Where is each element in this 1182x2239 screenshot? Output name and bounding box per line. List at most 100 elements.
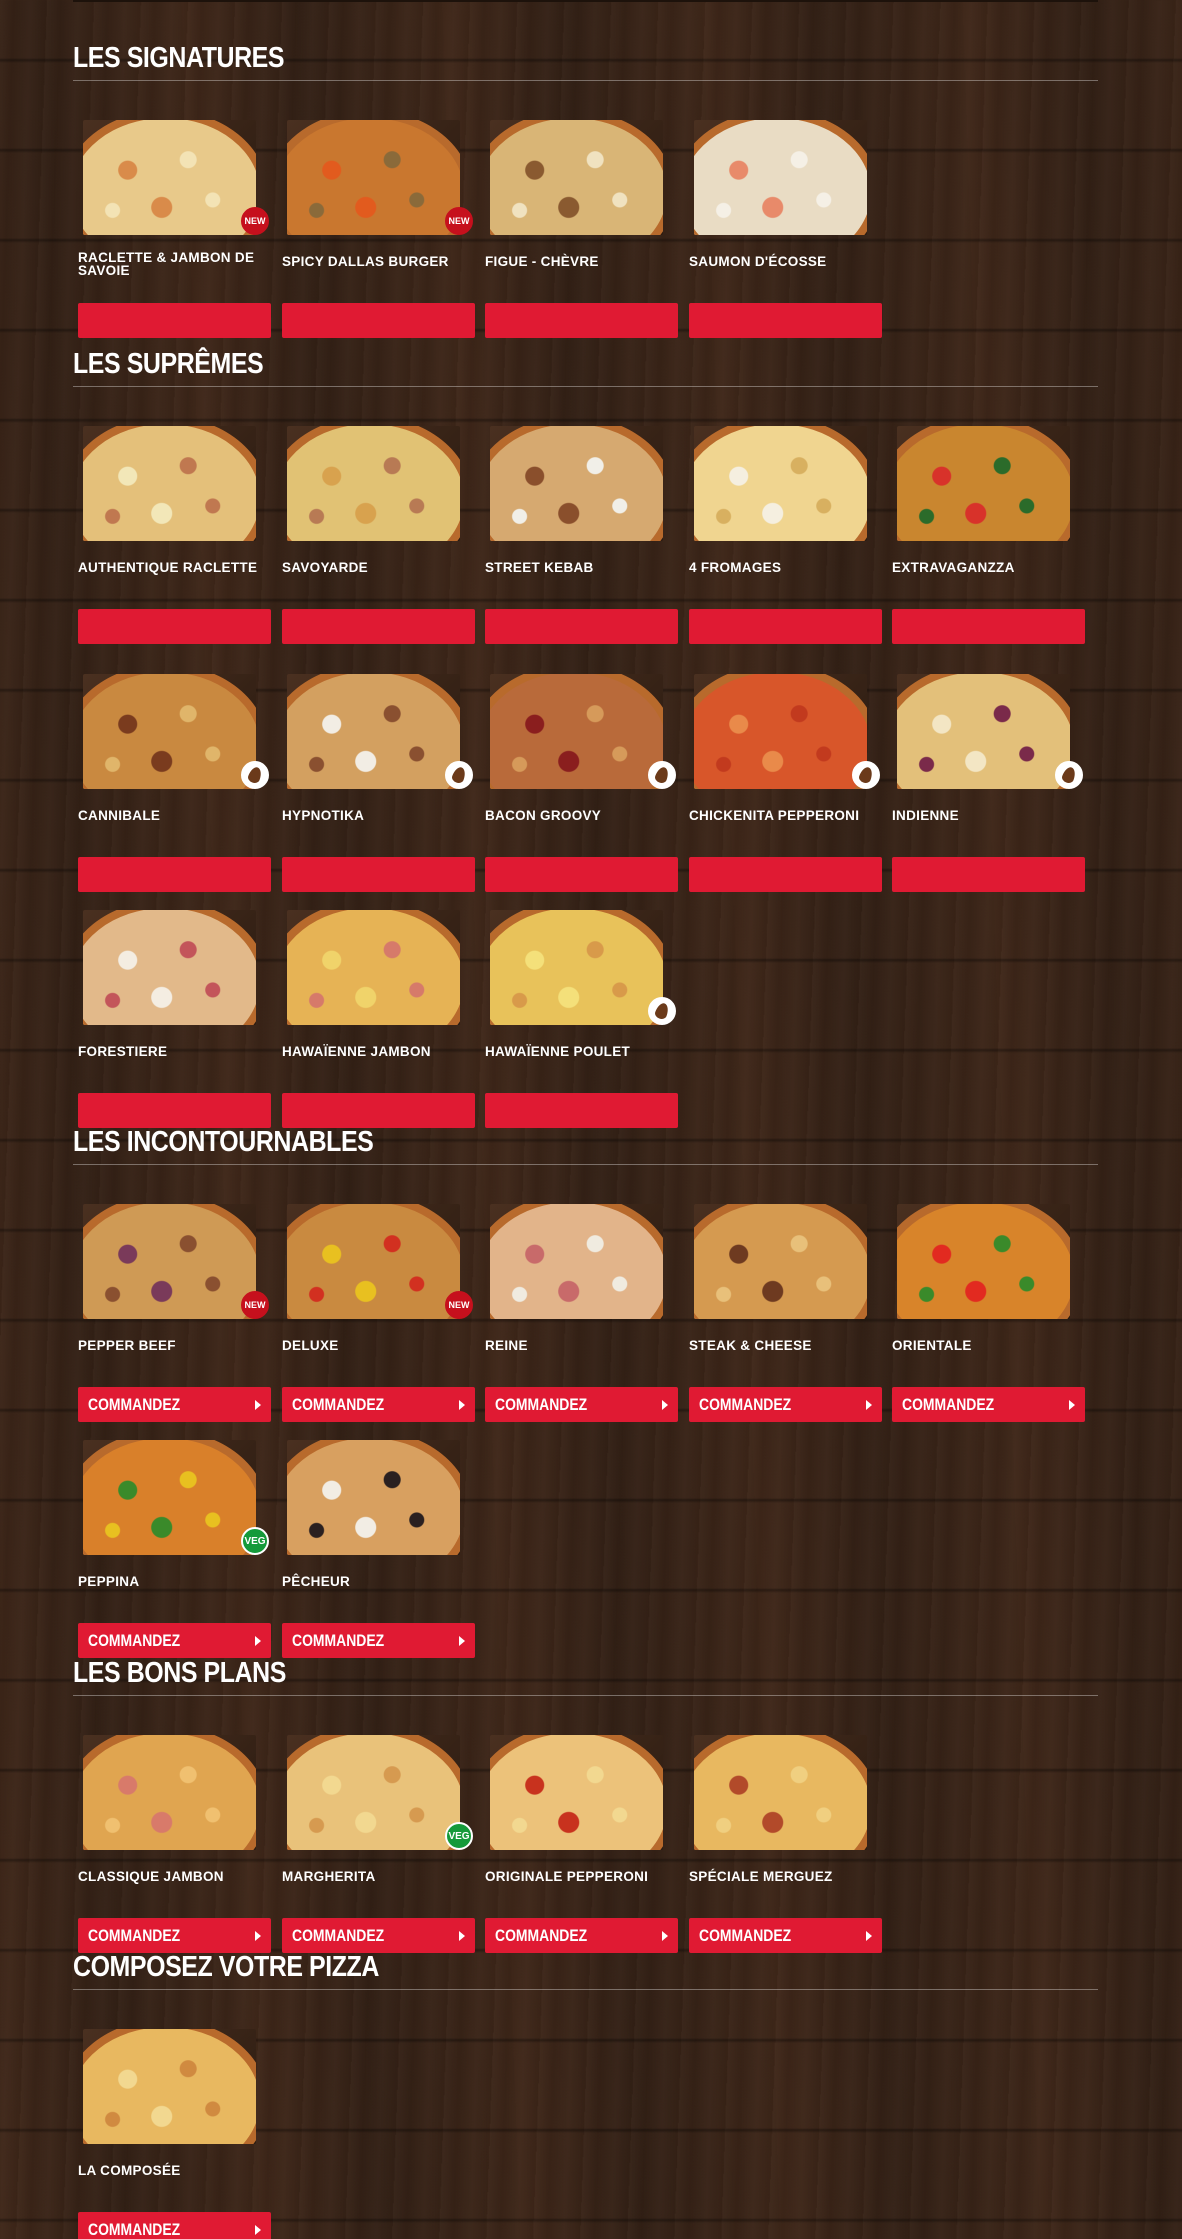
- chevron-right-icon: [255, 1930, 261, 1941]
- pizza-card: VEG PEPPINA COMMANDEZ: [73, 1440, 271, 1660]
- order-button[interactable]: [78, 1093, 271, 1128]
- pizza-image[interactable]: [287, 1440, 460, 1555]
- pizza-image[interactable]: [287, 674, 460, 789]
- pizza-name: HYPNOTIKA: [282, 808, 365, 823]
- order-button[interactable]: [282, 609, 475, 644]
- order-button-label: COMMANDEZ: [699, 1925, 792, 1945]
- order-button[interactable]: [78, 857, 271, 892]
- veg-badge: VEG: [241, 1527, 269, 1555]
- pizza-image[interactable]: [83, 1204, 256, 1319]
- order-button[interactable]: COMMANDEZ: [78, 1623, 271, 1658]
- order-button[interactable]: COMMANDEZ: [689, 1918, 882, 1953]
- chevron-right-icon: [459, 1930, 465, 1941]
- pizza-image[interactable]: [83, 1735, 256, 1850]
- pizza-image[interactable]: [490, 120, 663, 235]
- order-button[interactable]: COMMANDEZ: [689, 1387, 882, 1422]
- pizza-card: REINE COMMANDEZ: [480, 1204, 678, 1424]
- pizza-name: ORIGINALE PEPPERONI: [485, 1869, 649, 1884]
- order-button[interactable]: COMMANDEZ: [282, 1623, 475, 1658]
- pizza-name: DELUXE: [282, 1338, 339, 1353]
- pizza-image[interactable]: [897, 1204, 1070, 1319]
- order-button[interactable]: [485, 303, 678, 338]
- pizza-image[interactable]: [287, 426, 460, 541]
- chevron-right-icon: [662, 1399, 668, 1410]
- chevron-right-icon: [255, 1635, 261, 1646]
- pizza-card: EXTRAVAGANZZA: [887, 426, 1085, 646]
- pizza-name: SAUMON D'ÉCOSSE: [689, 254, 827, 269]
- pizza-image[interactable]: [694, 120, 867, 235]
- chevron-right-icon: [1069, 1399, 1075, 1410]
- pizza-card: FORESTIERE: [73, 910, 271, 1130]
- chevron-right-icon: [662, 1930, 668, 1941]
- order-button[interactable]: COMMANDEZ: [485, 1387, 678, 1422]
- order-button[interactable]: [689, 303, 882, 338]
- pizza-card: NEW RACLETTE & JAMBON DE SAVOIE: [73, 120, 271, 340]
- pizza-image[interactable]: [694, 674, 867, 789]
- section-divider: [73, 386, 1098, 387]
- spicy-icon: [648, 761, 676, 789]
- order-button[interactable]: [485, 609, 678, 644]
- chevron-right-icon: [866, 1399, 872, 1410]
- pizza-image[interactable]: [287, 910, 460, 1025]
- pizza-image[interactable]: [83, 674, 256, 789]
- order-button[interactable]: [485, 857, 678, 892]
- new-badge: NEW: [241, 1291, 269, 1319]
- order-button[interactable]: [485, 1093, 678, 1128]
- pizza-image[interactable]: [83, 2029, 256, 2144]
- order-button[interactable]: [78, 609, 271, 644]
- order-button[interactable]: COMMANDEZ: [78, 2212, 271, 2239]
- order-button-label: COMMANDEZ: [292, 1394, 385, 1414]
- pizza-image[interactable]: [490, 1735, 663, 1850]
- pizza-image[interactable]: [694, 426, 867, 541]
- pizza-image[interactable]: [490, 910, 663, 1025]
- pizza-image[interactable]: [287, 120, 460, 235]
- pizza-image[interactable]: [897, 426, 1070, 541]
- pizza-card: LA COMPOSÉE COMMANDEZ: [73, 2029, 271, 2239]
- pizza-name: STREET KEBAB: [485, 560, 594, 575]
- pizza-image[interactable]: [490, 426, 663, 541]
- spicy-icon: [445, 761, 473, 789]
- pizza-image[interactable]: [83, 426, 256, 541]
- pizza-card: VEG MARGHERITA COMMANDEZ: [277, 1735, 475, 1955]
- pizza-card: ORIENTALE COMMANDEZ: [887, 1204, 1085, 1424]
- pizza-image[interactable]: [287, 1204, 460, 1319]
- pizza-image[interactable]: [897, 674, 1070, 789]
- pizza-image[interactable]: [694, 1204, 867, 1319]
- pizza-image[interactable]: [694, 1735, 867, 1850]
- order-button[interactable]: COMMANDEZ: [892, 1387, 1085, 1422]
- order-button[interactable]: COMMANDEZ: [485, 1918, 678, 1953]
- menu-section: LES SUPRÊMES: [73, 346, 1098, 387]
- pizza-name: PEPPER BEEF: [78, 1338, 176, 1353]
- pizza-card: CANNIBALE: [73, 674, 271, 894]
- order-button[interactable]: [689, 857, 882, 892]
- menu-section: COMPOSEZ VOTRE PIZZA: [73, 1949, 1098, 1990]
- pizza-image[interactable]: [83, 1440, 256, 1555]
- pizza-image[interactable]: [83, 120, 256, 235]
- pizza-image[interactable]: [490, 1204, 663, 1319]
- pizza-name: CHICKENITA PEPPERONI: [689, 808, 860, 823]
- order-button[interactable]: [282, 857, 475, 892]
- order-button[interactable]: COMMANDEZ: [282, 1387, 475, 1422]
- pizza-name: PÊCHEUR: [282, 1574, 351, 1589]
- pizza-image[interactable]: [83, 910, 256, 1025]
- order-button-label: COMMANDEZ: [88, 1394, 181, 1414]
- order-button[interactable]: [78, 303, 271, 338]
- pizza-image[interactable]: [490, 674, 663, 789]
- order-button[interactable]: [892, 609, 1085, 644]
- pizza-name: SPICY DALLAS BURGER: [282, 254, 449, 269]
- order-button[interactable]: COMMANDEZ: [282, 1918, 475, 1953]
- order-button-label: COMMANDEZ: [495, 1394, 588, 1414]
- order-button[interactable]: COMMANDEZ: [78, 1387, 271, 1422]
- order-button[interactable]: [282, 1093, 475, 1128]
- order-button[interactable]: COMMANDEZ: [78, 1918, 271, 1953]
- pizza-name: HAWAÏENNE JAMBON: [282, 1044, 431, 1059]
- pizza-card: BACON GROOVY: [480, 674, 678, 894]
- pizza-name: SAVOYARDE: [282, 560, 368, 575]
- order-button-label: COMMANDEZ: [699, 1394, 792, 1414]
- pizza-image[interactable]: [287, 1735, 460, 1850]
- order-button[interactable]: [282, 303, 475, 338]
- order-button[interactable]: [892, 857, 1085, 892]
- order-button[interactable]: [689, 609, 882, 644]
- section-divider: [73, 1695, 1098, 1696]
- pizza-card: ORIGINALE PEPPERONI COMMANDEZ: [480, 1735, 678, 1955]
